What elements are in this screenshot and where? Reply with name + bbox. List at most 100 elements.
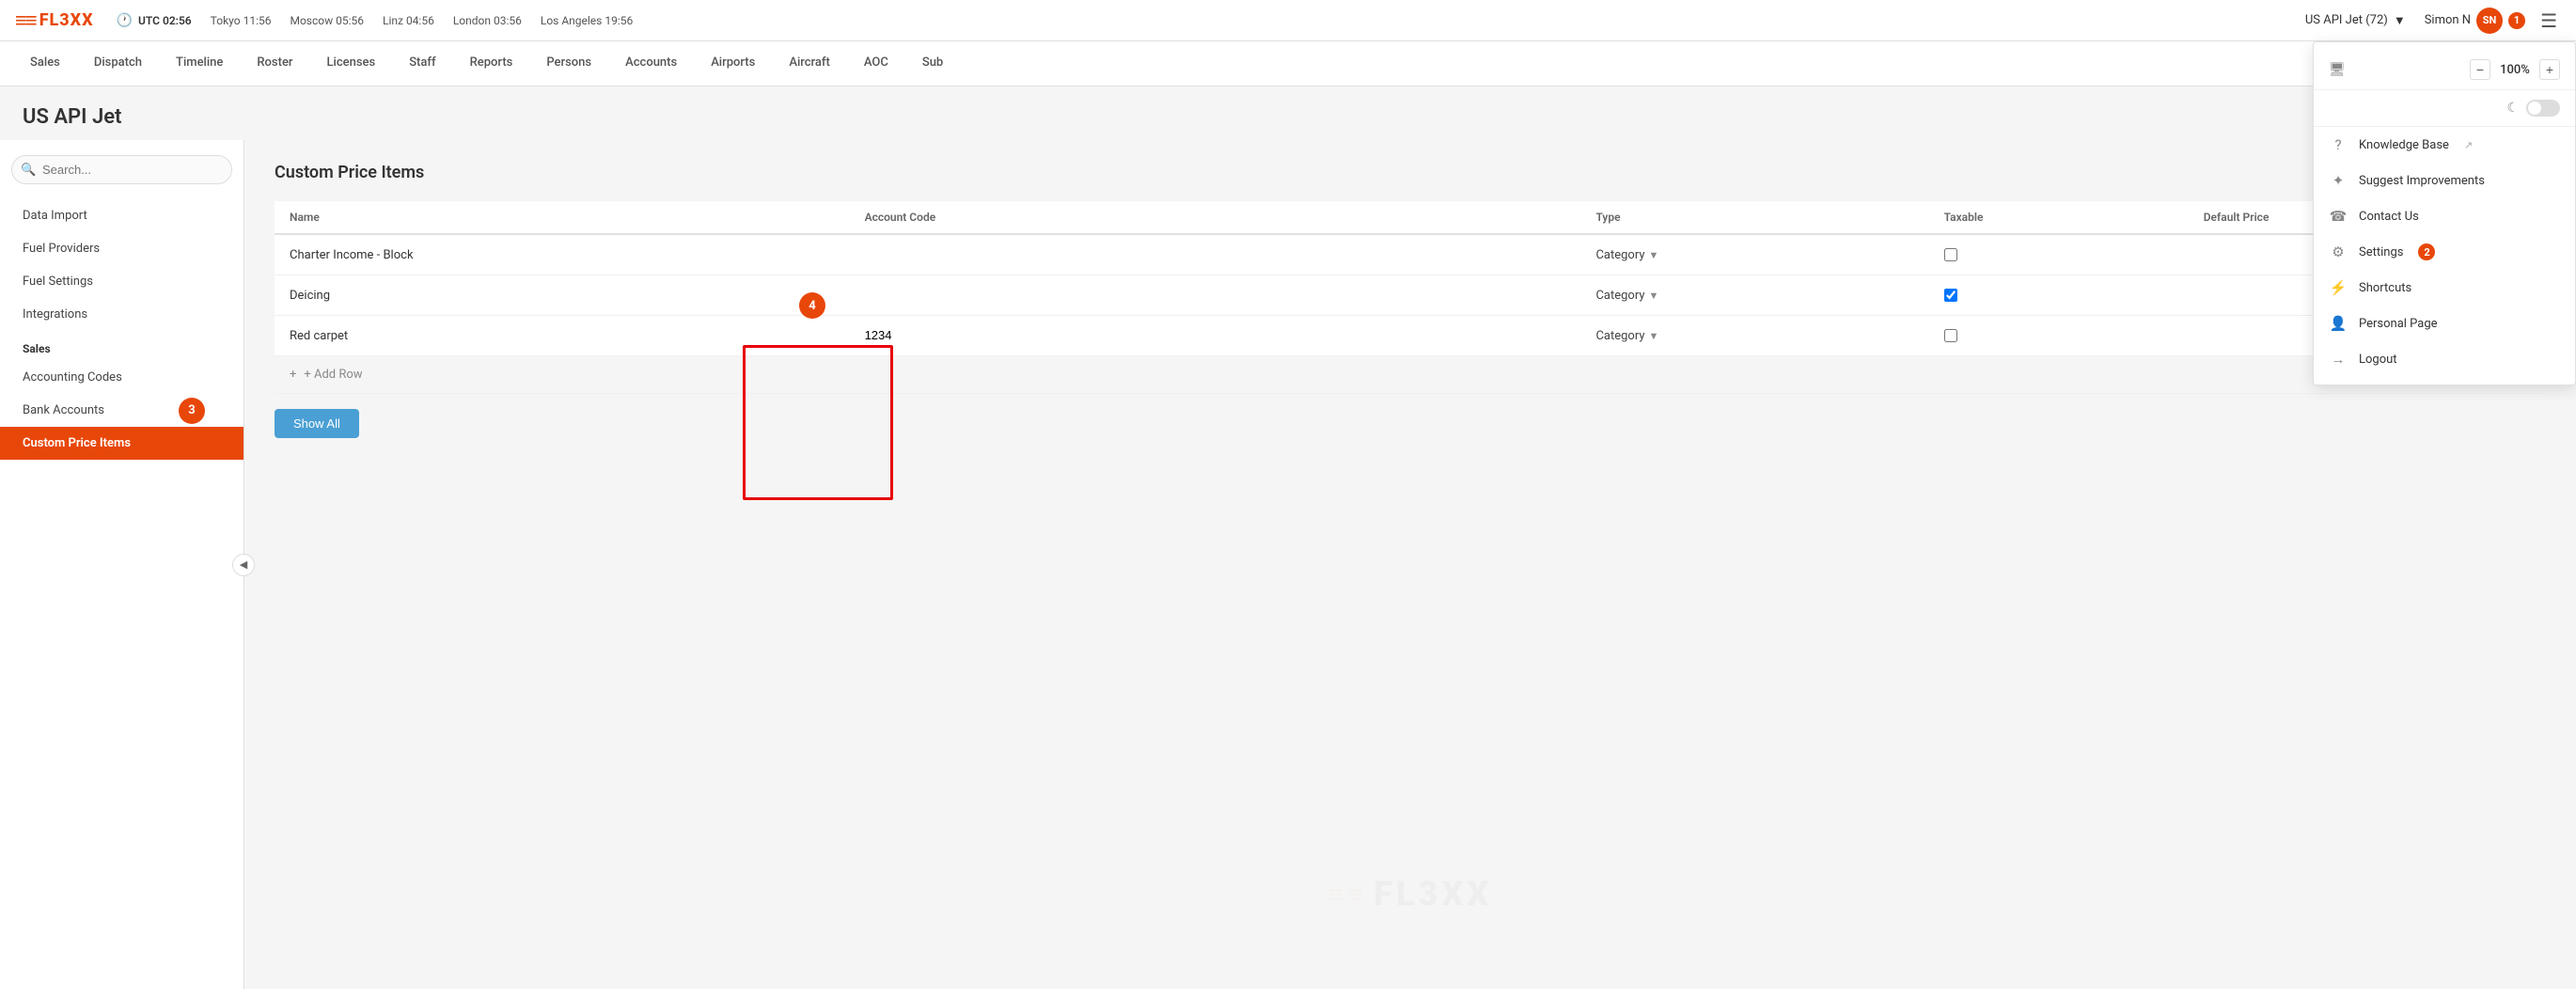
- row-3-account-code[interactable]: [850, 316, 1581, 356]
- person-icon: 👤: [2329, 315, 2348, 332]
- row-3-taxable-checkbox[interactable]: [1944, 329, 1957, 342]
- contact-label: Contact Us: [2359, 210, 2419, 224]
- hamburger-icon[interactable]: ☰: [2537, 6, 2561, 36]
- nav-accounts[interactable]: Accounts: [610, 41, 692, 86]
- search-input[interactable]: [11, 155, 232, 184]
- menu-item-settings[interactable]: ⚙ Settings 2: [2314, 234, 2575, 270]
- user-name: Simon N: [2425, 13, 2471, 27]
- sidebar-item-accounting-codes[interactable]: Accounting Codes: [0, 361, 243, 394]
- nav-sales[interactable]: Sales: [15, 41, 75, 86]
- sidebar-item-fuel-settings[interactable]: Fuel Settings: [0, 265, 243, 298]
- row-2-taxable: [1929, 275, 2189, 316]
- row-3-taxable: [1929, 316, 2189, 356]
- logo-icon: ≡≡: [15, 8, 36, 33]
- dark-mode-toggle[interactable]: [2526, 100, 2560, 117]
- nav-aoc[interactable]: AOC: [849, 41, 903, 86]
- sidebar-collapse-button[interactable]: ◀: [232, 554, 255, 576]
- clock-icon: 🕐: [117, 13, 133, 28]
- logout-icon: →: [2329, 351, 2348, 368]
- notification-badge: 1: [2508, 12, 2525, 29]
- row-2-account-code[interactable]: [850, 275, 1581, 316]
- sidebar-item-fuel-providers[interactable]: Fuel Providers: [0, 232, 243, 265]
- external-link-icon: ↗: [2464, 139, 2473, 151]
- row-1-name: Charter Income - Block: [275, 234, 850, 275]
- zoom-controls: − 100% +: [2470, 59, 2560, 80]
- city-linz: Linz 04:56: [383, 14, 434, 27]
- table-row: Deicing Category ▼: [275, 275, 2546, 316]
- menu-item-logout[interactable]: → Logout: [2314, 341, 2575, 377]
- user-dropdown-menu: 🖥 − 100% + ☾ ? Knowledge Base ↗ ✦ Sugges…: [2313, 41, 2576, 385]
- menu-item-contact[interactable]: ☎ Contact Us: [2314, 198, 2575, 234]
- row-2-name: Deicing: [275, 275, 850, 316]
- table-row: Red carpet Category ▼: [275, 316, 2546, 356]
- row-1-account-code[interactable]: [850, 234, 1581, 275]
- row-1-taxable: [1929, 234, 2189, 275]
- help-icon: ?: [2329, 136, 2348, 153]
- city-tokyo: Tokyo 11:56: [211, 14, 272, 27]
- nav-sub[interactable]: Sub: [907, 41, 958, 86]
- row-2-taxable-checkbox[interactable]: [1944, 289, 1957, 302]
- settings-icon: ⚙: [2329, 243, 2348, 260]
- utc-label: UTC 02:56: [138, 14, 192, 27]
- col-header-name: Name: [275, 201, 850, 234]
- row-2-account-code-input[interactable]: [865, 288, 1566, 302]
- sidebar-item-data-import[interactable]: Data Import: [0, 199, 243, 232]
- sidebar-item-custom-price-items[interactable]: Custom Price Items: [0, 427, 243, 460]
- page-title: US API Jet: [0, 86, 2576, 140]
- nav-licenses[interactable]: Licenses: [312, 41, 391, 86]
- nav-dispatch[interactable]: Dispatch: [79, 41, 157, 86]
- zoom-minus-button[interactable]: −: [2470, 59, 2490, 80]
- show-all-button[interactable]: Show All: [275, 409, 359, 438]
- step-badge-3: 3: [179, 398, 205, 424]
- section-title: Custom Price Items: [275, 163, 2546, 182]
- zoom-plus-button[interactable]: +: [2539, 59, 2560, 80]
- nav-airports[interactable]: Airports: [696, 41, 770, 86]
- custom-price-items-table: Name Account Code Type Taxable Default P…: [275, 201, 2546, 356]
- row-3-account-code-input[interactable]: [865, 328, 1566, 342]
- nav-staff[interactable]: Staff: [394, 41, 450, 86]
- row-2-type: Category ▼: [1580, 275, 1928, 316]
- sidebar-search: 🔍: [11, 155, 232, 184]
- company-selector[interactable]: US API Jet (72) ▼: [2298, 9, 2413, 32]
- logout-label: Logout: [2359, 353, 2397, 367]
- nav-bar: Sales Dispatch Timeline Roster Licenses …: [0, 41, 2576, 86]
- contact-icon: ☎: [2329, 208, 2348, 225]
- menu-item-shortcuts[interactable]: ⚡ Shortcuts: [2314, 270, 2575, 306]
- row-1-account-code-input[interactable]: [865, 247, 1566, 261]
- type-dropdown-arrow-3[interactable]: ▼: [1649, 330, 1659, 342]
- nav-aircraft[interactable]: Aircraft: [774, 41, 845, 86]
- col-header-taxable: Taxable: [1929, 201, 2189, 234]
- add-row-button[interactable]: + + Add Row: [275, 356, 2546, 394]
- dark-mode-row: ☾: [2314, 90, 2575, 127]
- user-menu[interactable]: Simon N SN 1: [2425, 8, 2525, 34]
- display-icon: 🖥: [2329, 62, 2346, 77]
- knowledge-base-label: Knowledge Base: [2359, 138, 2449, 152]
- utc-time: 🕐 UTC 02:56: [117, 13, 192, 28]
- type-dropdown-arrow[interactable]: ▼: [1649, 249, 1659, 261]
- right-area: US API Jet (72) ▼ Simon N SN 1 ☰: [2298, 6, 2561, 36]
- menu-item-knowledge-base[interactable]: ? Knowledge Base ↗: [2314, 127, 2575, 163]
- sidebar-item-integrations[interactable]: Integrations: [0, 298, 243, 331]
- avatar: SN: [2476, 8, 2503, 34]
- menu-item-suggest[interactable]: ✦ Suggest Improvements: [2314, 163, 2575, 198]
- nav-timeline[interactable]: Timeline: [161, 41, 238, 86]
- type-dropdown-arrow-2[interactable]: ▼: [1649, 290, 1659, 302]
- sidebar-item-bank-accounts[interactable]: Bank Accounts 3: [0, 394, 243, 427]
- row-1-taxable-checkbox[interactable]: [1944, 248, 1957, 261]
- main-content: 4 Custom Price Items Name Account Code T…: [244, 140, 2576, 989]
- content-area: 🔍 Data Import Fuel Providers Fuel Settin…: [0, 140, 2576, 989]
- city-moscow: Moscow 05:56: [290, 14, 364, 27]
- watermark: ≡≡ FL3XX: [1328, 874, 1493, 914]
- dropdown-arrow-icon: ▼: [2394, 13, 2406, 28]
- add-row-icon: +: [290, 368, 296, 382]
- nav-roster[interactable]: Roster: [242, 41, 307, 86]
- user-initials: SN: [2483, 14, 2497, 26]
- page-container: US API Jet 🔍 Data Import Fuel Providers …: [0, 86, 2576, 989]
- nav-persons[interactable]: Persons: [531, 41, 606, 86]
- nav-reports[interactable]: Reports: [455, 41, 528, 86]
- menu-item-personal-page[interactable]: 👤 Personal Page: [2314, 306, 2575, 341]
- top-bar: ≡≡ FL3XX 🕐 UTC 02:56 Tokyo 11:56 Moscow …: [0, 0, 2576, 41]
- col-header-type: Type: [1580, 201, 1928, 234]
- add-row-label: + Add Row: [304, 368, 362, 382]
- suggest-icon: ✦: [2329, 172, 2348, 189]
